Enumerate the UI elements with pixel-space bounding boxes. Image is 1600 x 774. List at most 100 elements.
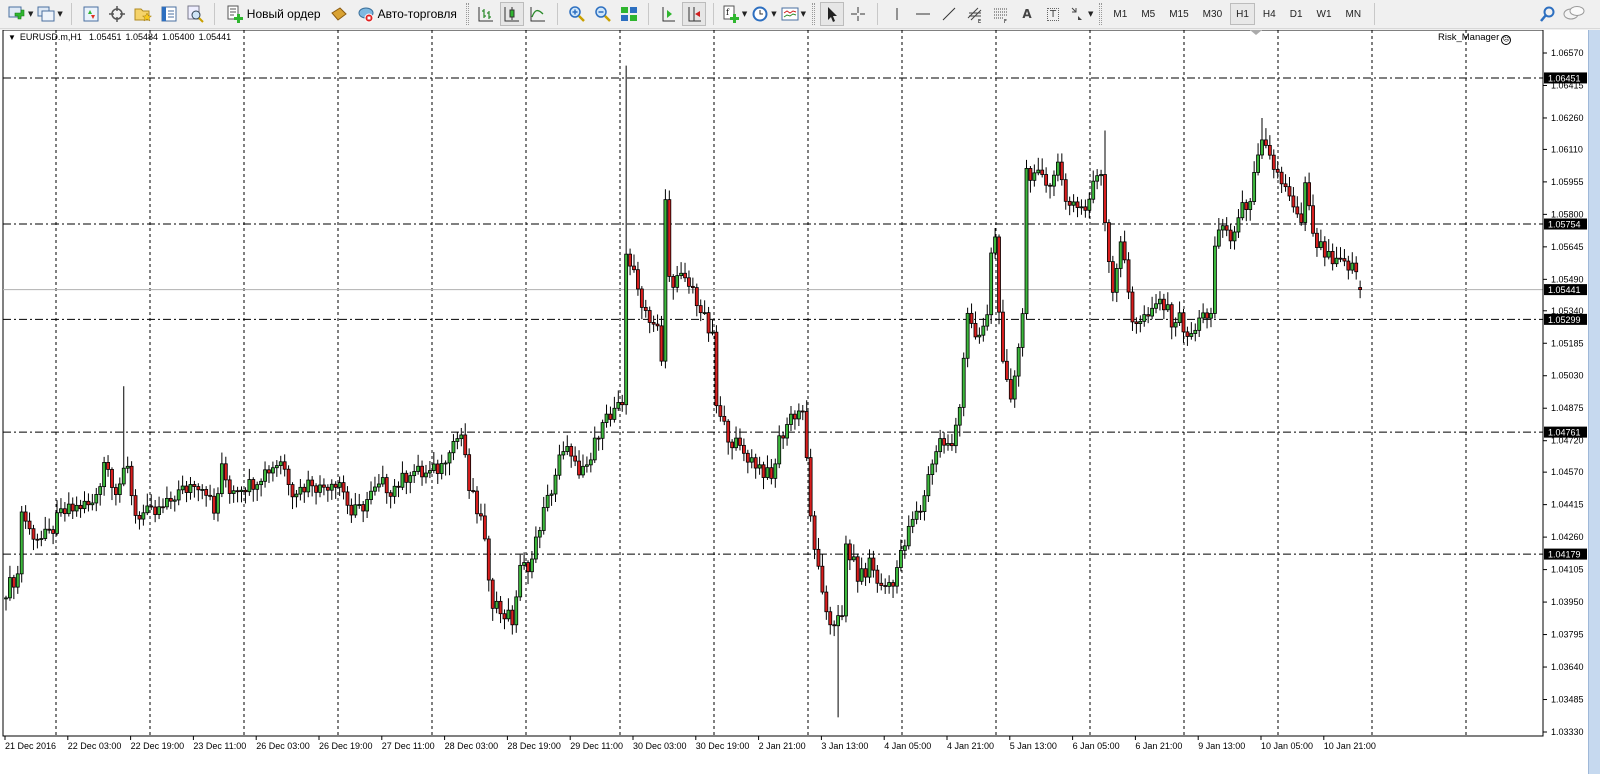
timeframe-h1[interactable]: H1 — [1230, 3, 1255, 25]
candle — [663, 189, 668, 369]
candle-body — [1146, 314, 1151, 317]
candle-body — [62, 508, 67, 515]
dropdown-arrow-icon[interactable]: ▼ — [771, 10, 776, 18]
candle-body — [581, 465, 585, 476]
bar-chart-icon — [478, 7, 493, 22]
toolbar-grip[interactable] — [465, 3, 469, 25]
candlestick-chart-button[interactable] — [499, 2, 524, 26]
timeframe-d1[interactable]: D1 — [1284, 3, 1309, 25]
search-button[interactable] — [1536, 2, 1560, 26]
bar-chart-button[interactable] — [474, 2, 498, 26]
candle-body — [278, 461, 283, 466]
candle-body — [8, 577, 12, 599]
text-tool-button[interactable]: A — [1015, 2, 1039, 26]
zoom-in-button[interactable] — [565, 2, 589, 26]
equidistant-channel-button[interactable]: E — [963, 2, 987, 26]
zoom-out-button[interactable] — [591, 2, 615, 26]
dropdown-arrow-icon[interactable]: ▼ — [742, 10, 747, 18]
navigator-button[interactable] — [131, 2, 155, 26]
candle-body — [887, 582, 892, 587]
candle-body — [270, 467, 275, 474]
dropdown-arrow-icon[interactable]: ▼ — [57, 10, 62, 18]
timeframe-m1[interactable]: M1 — [1107, 3, 1133, 25]
timeframe-mn[interactable]: MN — [1340, 3, 1368, 25]
chart-shift-icon — [662, 7, 675, 22]
vertical-line-button[interactable] — [885, 2, 909, 26]
new-chart-button[interactable]: ▼ — [7, 2, 34, 26]
candle-body — [98, 486, 103, 495]
candle-body — [1169, 304, 1174, 328]
text-label-tool-button[interactable]: T — [1041, 2, 1065, 26]
candle — [961, 352, 966, 417]
horizontal-line-button[interactable] — [911, 2, 935, 26]
chart-shift-button[interactable] — [656, 2, 680, 26]
candlestick-chart[interactable]: 1.065701.064151.062601.061101.059551.058… — [0, 30, 1588, 774]
candle-body — [200, 489, 205, 491]
candle-body — [1322, 241, 1327, 258]
timeframe-m15[interactable]: M15 — [1163, 3, 1194, 25]
crosshair-tool-button[interactable] — [846, 2, 870, 26]
timeframe-h4[interactable]: H4 — [1257, 3, 1282, 25]
candle-body — [1354, 262, 1359, 273]
fibonacci-button[interactable]: F — [989, 2, 1013, 26]
candle-body — [129, 465, 134, 497]
terminal-button[interactable] — [157, 2, 181, 26]
chart-window[interactable]: 1.06570 1.06415 1.06260 1.06110 1.05955 1.058… — [0, 30, 1588, 774]
profiles-button[interactable]: ▼ — [36, 2, 63, 26]
trendline-button[interactable] — [937, 2, 961, 26]
time-label: 9 Jan 13:00 — [1198, 741, 1245, 751]
time-label: 10 Jan 05:00 — [1261, 741, 1313, 751]
auto-trading-button[interactable]: Авто-торговля — [353, 2, 461, 26]
risk-manager-label[interactable]: Risk_Manager ☹ — [1438, 32, 1512, 45]
new-order-label: Новый ордер — [246, 7, 321, 21]
candle-body — [793, 413, 797, 420]
chat-button[interactable] — [1562, 2, 1586, 26]
toolbar-grip[interactable] — [1099, 3, 1103, 25]
new-order-button[interactable]: Новый ордер — [222, 2, 325, 26]
strategy-tester-button[interactable] — [183, 2, 207, 26]
timeframe-w1[interactable]: W1 — [1311, 3, 1338, 25]
toolbar-grip[interactable] — [812, 3, 816, 25]
price-tick-label: 1.04570 — [1551, 467, 1584, 477]
arrows-tool-button[interactable]: ▼ — [1067, 2, 1094, 26]
market-watch-button[interactable] — [79, 2, 103, 26]
templates-button[interactable]: ▼ — [780, 2, 807, 26]
vertical-scrollbar[interactable] — [1588, 30, 1600, 774]
line-chart-button[interactable] — [526, 2, 550, 26]
candle-body — [1103, 174, 1107, 224]
new-chart-icon — [8, 6, 25, 20]
data-window-button[interactable] — [105, 2, 129, 26]
cursor-tool-button[interactable] — [820, 2, 845, 26]
candle-body — [565, 446, 570, 452]
timeframe-m5[interactable]: M5 — [1135, 3, 1161, 25]
candle-body — [808, 457, 813, 517]
candle — [965, 307, 970, 368]
chart-menu-triangle-icon[interactable]: ▼ — [8, 33, 16, 42]
dropdown-arrow-icon[interactable]: ▼ — [28, 10, 33, 18]
candle-body — [267, 469, 271, 474]
candle-body — [1126, 259, 1131, 293]
new-order-icon — [227, 5, 243, 23]
periods-button[interactable]: ▼ — [750, 2, 777, 26]
ohlc-open: 1.05451 — [88, 32, 122, 42]
ohlc-high: 1.05484 — [125, 32, 159, 42]
candle-body — [1185, 331, 1190, 337]
time-label: 22 Dec 19:00 — [131, 741, 185, 751]
candle-body — [679, 272, 683, 277]
tile-windows-button[interactable] — [617, 2, 641, 26]
timeframe-m30[interactable]: M30 — [1197, 3, 1228, 25]
auto-scroll-button[interactable] — [681, 2, 706, 26]
candle-body — [416, 465, 421, 472]
dropdown-arrow-icon[interactable]: ▼ — [801, 10, 806, 18]
candle-body — [651, 322, 656, 325]
candle-body — [1232, 231, 1237, 242]
candle-body — [867, 557, 872, 578]
indicators-button[interactable]: f ▼ — [721, 2, 748, 26]
dropdown-arrow-icon[interactable]: ▼ — [1088, 10, 1093, 18]
candle-body — [172, 499, 177, 502]
candle-body — [730, 441, 735, 449]
candle-body — [357, 504, 362, 506]
candle-body — [1279, 171, 1284, 185]
metaeditor-button[interactable] — [327, 2, 351, 26]
candle-body — [1032, 172, 1037, 181]
